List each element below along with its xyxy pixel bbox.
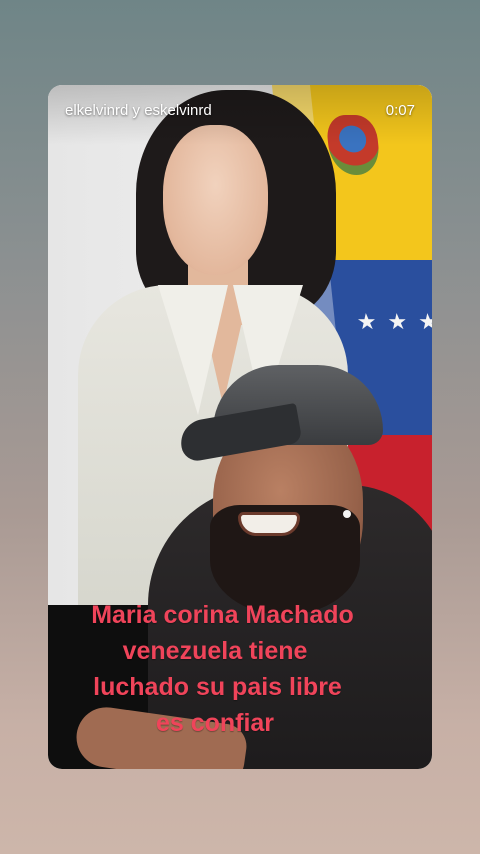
- caption-line: Maria corina Machado: [91, 601, 354, 629]
- caption-text: Maria corina Machado venezuela tiene luc…: [48, 597, 432, 741]
- story-username[interactable]: elkelvinrd y eskelvinrd: [65, 102, 212, 119]
- caption-line: luchado su pais libre: [93, 673, 342, 701]
- flag-stars: ★ ★ ★: [355, 310, 432, 335]
- story-header: elkelvinrd y eskelvinrd 0:07: [48, 85, 432, 145]
- story-card[interactable]: ★ ★ ★ elkelvinrd y eskelvinrd 0:07 Maria…: [48, 85, 432, 769]
- caption-line: es confiar: [155, 709, 275, 737]
- caption-line: venezuela tiene: [122, 637, 308, 665]
- story-timer: 0:07: [385, 102, 415, 119]
